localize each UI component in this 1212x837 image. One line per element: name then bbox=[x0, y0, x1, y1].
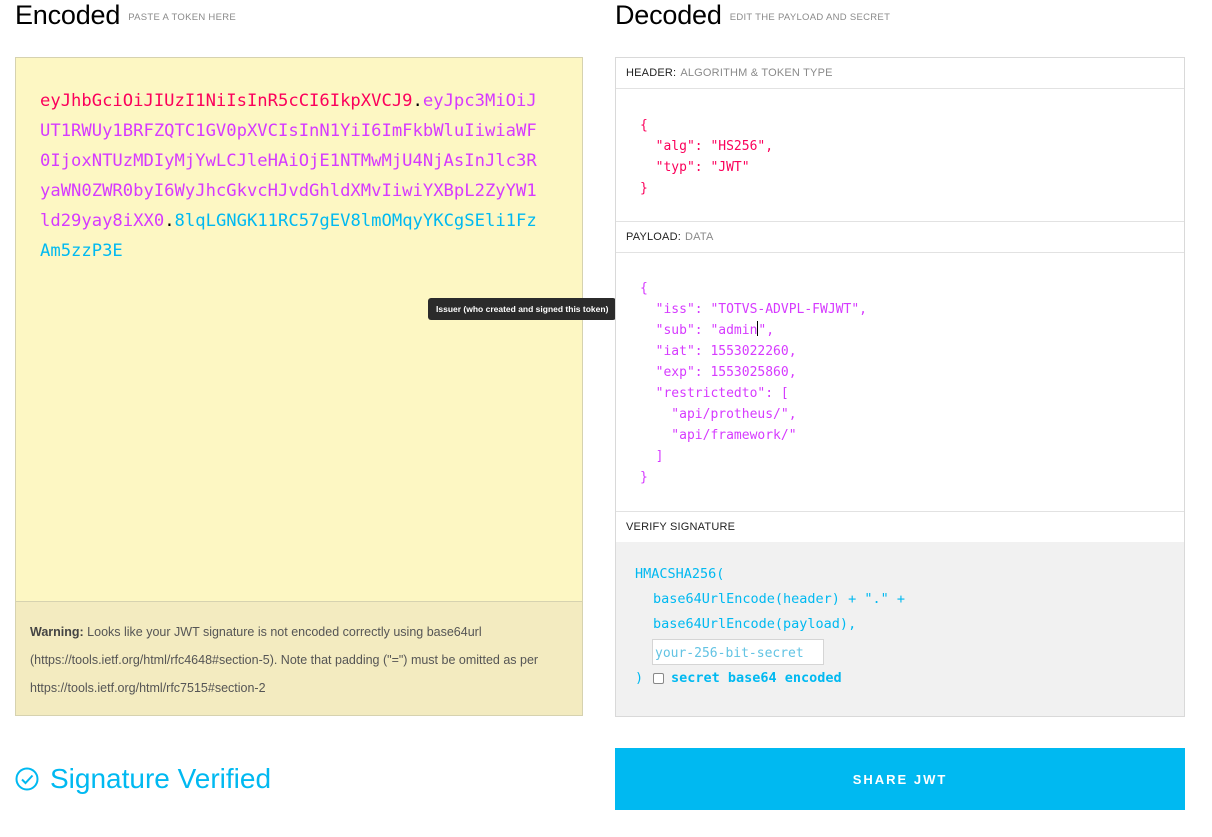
token-dot: . bbox=[412, 91, 423, 111]
verify-line-hmac: HMACSHA256( bbox=[635, 566, 725, 582]
encoded-title: Encoded PASTE A TOKEN HERE bbox=[15, 0, 236, 31]
check-circle-icon bbox=[15, 767, 39, 791]
payload-json-part-1: { "iss": "TOTVS-ADVPL-FWJWT", "sub": "ad… bbox=[640, 281, 867, 338]
encoded-subtitle: PASTE A TOKEN HERE bbox=[128, 12, 237, 23]
verify-label: VERIFY SIGNATURE bbox=[626, 521, 736, 533]
token-text[interactable]: eyJhbGciOiJIUzI1NiIsInR5cCI6IkpXVCJ9.eyJ… bbox=[40, 86, 540, 266]
decoded-title-text: Decoded bbox=[615, 0, 722, 30]
warning-label: Warning: bbox=[30, 625, 84, 639]
header-section-title: HEADER: ALGORITHM & TOKEN TYPE bbox=[616, 58, 1184, 89]
decoded-panel: HEADER: ALGORITHM & TOKEN TYPE { "alg": "… bbox=[615, 57, 1185, 717]
verify-line-header: base64UrlEncode(header) + "." + bbox=[653, 591, 905, 607]
secret-input[interactable] bbox=[652, 639, 824, 665]
verify-line-close: ) bbox=[635, 670, 644, 686]
warning-text: Looks like your JWT signature is not enc… bbox=[30, 625, 539, 695]
token-dot: . bbox=[164, 211, 175, 231]
header-label: HEADER: bbox=[626, 67, 677, 79]
verify-signature-body: HMACSHA256( base64UrlEncode(header) + ".… bbox=[616, 542, 1184, 716]
header-json-editor[interactable]: { "alg": "HS256", "typ": "JWT" } bbox=[640, 115, 773, 199]
tooltip: Issuer (who created and signed this toke… bbox=[428, 298, 623, 320]
payload-section-title: PAYLOAD: DATA bbox=[616, 221, 1184, 253]
verify-line-payload: base64UrlEncode(payload), bbox=[653, 616, 857, 632]
encoded-token-editor[interactable]: eyJhbGciOiJIUzI1NiIsInR5cCI6IkpXVCJ9.eyJ… bbox=[15, 57, 583, 716]
signature-status-text: Signature Verified bbox=[50, 763, 272, 794]
verify-section-title: VERIFY SIGNATURE bbox=[616, 511, 1184, 543]
secret-base64-checkbox[interactable] bbox=[653, 673, 664, 684]
warning-box: Warning: Looks like your JWT signature i… bbox=[16, 601, 582, 715]
encoded-title-text: Encoded bbox=[15, 0, 121, 30]
payload-sublabel: DATA bbox=[685, 231, 714, 243]
header-sublabel: ALGORITHM & TOKEN TYPE bbox=[680, 67, 833, 79]
decoded-title: Decoded EDIT THE PAYLOAD AND SECRET bbox=[615, 0, 890, 31]
share-jwt-button[interactable]: SHARE JWT bbox=[615, 748, 1185, 810]
payload-json-part-2: ", "iat": 1553022260, "exp": 1553025860,… bbox=[640, 323, 797, 485]
payload-label: PAYLOAD: bbox=[626, 231, 681, 243]
token-payload-part: eyJpc3MiOiJUT1RWUy1BRFZQTC1GV0pXVCIsInN1… bbox=[40, 91, 537, 231]
signature-status: Signature Verified bbox=[15, 761, 271, 797]
token-header-part: eyJhbGciOiJIUzI1NiIsInR5cCI6IkpXVCJ9 bbox=[40, 91, 413, 111]
secret-base64-label[interactable]: secret base64 encoded bbox=[671, 670, 842, 686]
decoded-subtitle: EDIT THE PAYLOAD AND SECRET bbox=[729, 12, 891, 23]
payload-json-editor[interactable]: { "iss": "TOTVS-ADVPL-FWJWT", "sub": "ad… bbox=[640, 278, 867, 488]
